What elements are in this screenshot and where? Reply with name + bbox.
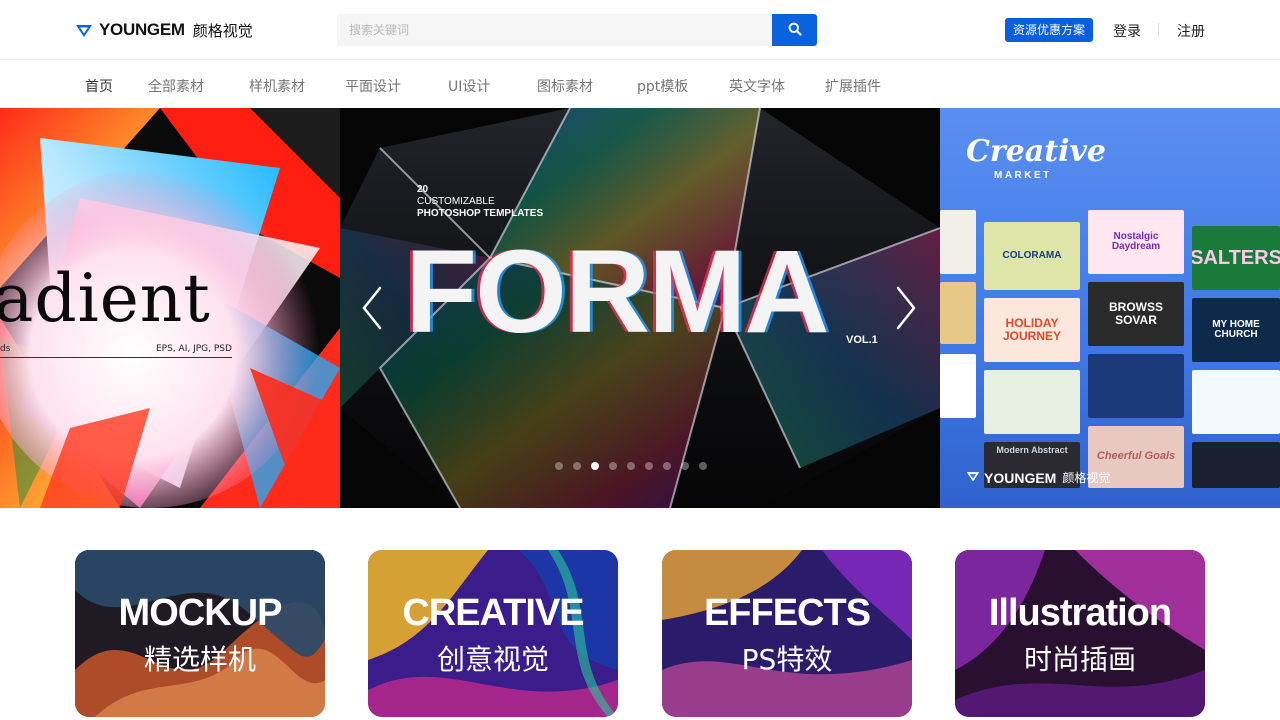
login-link[interactable]: 登录 <box>1113 21 1141 41</box>
creative-market-sub: MARKET <box>994 170 1052 181</box>
nav-item-ppt-templates[interactable]: ppt模板 <box>637 76 688 96</box>
thumb-sports <box>1088 354 1184 418</box>
thumb-type <box>940 354 976 418</box>
nav-item-english-fonts[interactable]: 英文字体 <box>729 76 785 96</box>
thumb-church: MY HOME CHURCH <box>1192 298 1280 362</box>
card-title-cn: 时尚插画 <box>1023 643 1136 676</box>
card-title-en: EFFECTS <box>703 592 871 634</box>
slide-gradient[interactable]: adient ds EPS, AI, JPG, PSD <box>0 108 340 508</box>
promo-plan-button[interactable]: 资源优惠方案 <box>1005 18 1094 42</box>
thumb-dashboard <box>1192 442 1280 488</box>
search-button[interactable] <box>772 14 817 46</box>
gradient-meta-left: ds <box>0 344 11 354</box>
thumb-salters: SALTERS <box>1192 226 1280 290</box>
gradient-meta-formats: EPS, AI, JPG, PSD <box>156 344 232 354</box>
chevron-right-icon <box>890 286 920 335</box>
watermark-en: YOUNGEM <box>984 469 1057 486</box>
forma-headline: FORMA <box>405 226 830 358</box>
category-card-mockup[interactable]: MOCKUP 精选样机 <box>75 550 325 717</box>
chevron-left-icon <box>358 286 388 335</box>
creative-market-logo: Creative <box>966 134 1106 169</box>
header-divider <box>1158 23 1159 37</box>
category-card-effects[interactable]: EFFECTS PS特效 <box>662 550 912 717</box>
thumb-holiday: HOLIDAY JOURNEY <box>984 298 1080 362</box>
site-logo[interactable]: YOUNGEM 颜格视觉 <box>75 18 253 42</box>
site-header: YOUNGEM 颜格视觉 资源优惠方案 登录 注册 <box>0 0 1280 60</box>
category-card-illustration[interactable]: Illustration 时尚插画 <box>955 550 1205 717</box>
forma-subtitle-2: PHOTOSHOP TEMPLATES <box>417 208 544 219</box>
logo-text-en: YOUNGEM <box>99 20 185 39</box>
carousel-dot[interactable] <box>591 462 599 470</box>
logo-text-cn: 颜格视觉 <box>192 21 253 40</box>
thumb-botanical <box>984 370 1080 434</box>
carousel-dot[interactable] <box>573 462 581 470</box>
card-title-en: MOCKUP <box>118 592 283 634</box>
thumb-characters <box>1192 370 1280 434</box>
thumb-colorama: COLORAMA <box>984 222 1080 290</box>
nav-item-plugins[interactable]: 扩展插件 <box>825 76 881 96</box>
gradient-headline: adient <box>0 260 211 337</box>
card-title-cn: PS特效 <box>741 643 833 676</box>
forma-subtitle-1: CUSTOMIZABLE <box>417 196 495 207</box>
youngem-watermark: YOUNGEM 颜格视觉 <box>966 468 1110 487</box>
carousel-dot[interactable] <box>555 462 563 470</box>
diamond-logo-icon <box>75 21 93 39</box>
thumb-browss: BROWSS SOVAR <box>1088 282 1184 346</box>
card-title-cn: 创意视觉 <box>436 643 549 676</box>
carousel-dot[interactable] <box>645 462 653 470</box>
carousel-pagination <box>555 462 707 470</box>
carousel-prev-button[interactable] <box>358 284 388 332</box>
category-card-creative[interactable]: CREATIVE 创意视觉 <box>368 550 618 717</box>
card-title-en: Illustration <box>988 592 1172 634</box>
diamond-logo-icon <box>966 468 980 487</box>
hero-carousel: adient ds EPS, AI, JPG, PSD FORMA 20 CUS… <box>0 108 1280 508</box>
thumb-nostalgic: Nostalgic Daydream <box>1088 210 1184 274</box>
thumb-sketch <box>940 210 976 274</box>
carousel-dot[interactable] <box>681 462 689 470</box>
carousel-next-button[interactable] <box>890 284 920 332</box>
category-nav: 首页 全部素材 样机素材 平面设计 UI设计 图标素材 ppt模板 英文字体 扩… <box>0 60 1280 108</box>
watermark-cn: 颜格视觉 <box>1062 471 1111 485</box>
nav-item-graphic-design[interactable]: 平面设计 <box>345 76 401 96</box>
nav-item-all-assets[interactable]: 全部素材 <box>148 76 204 96</box>
slide-creative-market[interactable]: Creative MARKET COLORAMA Nostalgic Daydr… <box>940 108 1280 508</box>
forma-count: 20 <box>417 184 429 195</box>
search-icon <box>788 22 802 39</box>
nav-item-icons[interactable]: 图标素材 <box>537 76 593 96</box>
slide-forma[interactable]: FORMA 20 CUSTOMIZABLE PHOTOSHOP TEMPLATE… <box>340 108 940 508</box>
carousel-dot[interactable] <box>699 462 707 470</box>
carousel-dot[interactable] <box>663 462 671 470</box>
gradient-rule <box>0 357 232 358</box>
card-title-cn: 精选样机 <box>143 643 256 676</box>
search-bar <box>337 14 817 46</box>
nav-item-mockups[interactable]: 样机素材 <box>249 76 305 96</box>
search-input[interactable] <box>337 14 772 46</box>
register-link[interactable]: 注册 <box>1177 21 1205 41</box>
carousel-dot[interactable] <box>627 462 635 470</box>
nav-item-home[interactable]: 首页 <box>85 76 113 96</box>
carousel-dot[interactable] <box>609 462 617 470</box>
thumb-stationery <box>940 282 976 344</box>
nav-item-ui-design[interactable]: UI设计 <box>448 76 490 96</box>
forma-volume: VOL.1 <box>846 334 878 346</box>
card-title-en: CREATIVE <box>402 592 584 634</box>
